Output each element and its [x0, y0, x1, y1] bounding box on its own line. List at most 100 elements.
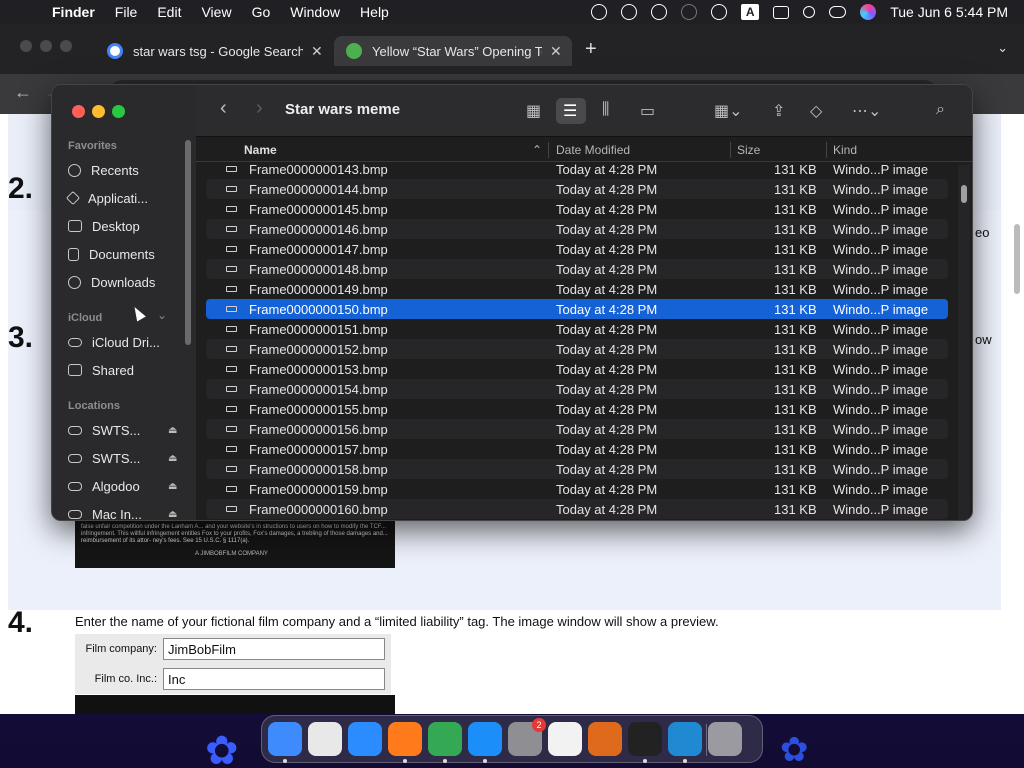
share-icon[interactable]: ⇪	[772, 101, 785, 121]
sidebar-scrollbar[interactable]	[185, 140, 191, 345]
file-row[interactable]: Frame0000000149.bmp Today at 4:28 PM 131 K…	[206, 279, 948, 299]
list-view-icon[interactable]: ☰	[563, 101, 577, 121]
input-source-icon[interactable]: A	[741, 4, 760, 20]
back-chevron-icon[interactable]: ‹	[220, 97, 227, 120]
sidebar-header-icloud[interactable]: iCloud	[68, 312, 102, 324]
sidebar-item-location[interactable]: SWTS... ⏏	[68, 447, 184, 469]
accessibility-icon[interactable]	[651, 4, 668, 20]
search-icon[interactable]: ⌕	[936, 101, 945, 119]
finder-zoom-button[interactable]	[112, 105, 125, 118]
menu-view[interactable]: View	[191, 4, 241, 20]
spotlight-search-icon[interactable]	[803, 6, 816, 18]
file-row[interactable]: Frame0000000145.bmp Today at 4:28 PM 131 K…	[206, 199, 948, 219]
menu-edit[interactable]: Edit	[147, 4, 191, 20]
new-tab-icon[interactable]: +	[585, 38, 597, 61]
column-view-icon[interactable]: ⫼	[602, 101, 609, 119]
file-row[interactable]: Frame0000000154.bmp Today at 4:28 PM 131 K…	[206, 379, 948, 399]
file-row[interactable]: Frame0000000146.bmp Today at 4:28 PM 131 K…	[206, 219, 948, 239]
icon-view-icon[interactable]: ▦	[526, 101, 541, 121]
column-size[interactable]: Size	[737, 143, 760, 157]
trash-icon[interactable]	[708, 722, 742, 756]
menu-go[interactable]: Go	[242, 4, 281, 20]
browser-minimize-button[interactable]	[40, 40, 52, 52]
browser-zoom-button[interactable]	[60, 40, 72, 52]
more-actions-icon[interactable]: ⋯⌄	[852, 101, 881, 121]
eject-icon[interactable]: ⏏	[168, 453, 177, 464]
tab-close-icon[interactable]: ✕	[550, 43, 562, 60]
firefox-icon[interactable]	[388, 722, 422, 756]
sidebar-item-location[interactable]: Algodoo ⏏	[68, 475, 184, 497]
tag-icon[interactable]: ◇	[810, 101, 822, 121]
eject-icon[interactable]: ⏏	[168, 425, 177, 436]
user-account-icon[interactable]	[711, 4, 728, 20]
film-company-input[interactable]	[163, 638, 385, 660]
forward-chevron-icon[interactable]: ›	[256, 97, 263, 120]
menubar-clock[interactable]: Tue Jun 6 5:44 PM	[890, 4, 1008, 20]
menu-file[interactable]: File	[105, 4, 148, 20]
control-center-icon[interactable]	[829, 6, 847, 18]
time-machine-icon[interactable]	[591, 4, 608, 20]
finder-close-button[interactable]	[72, 105, 85, 118]
column-date-modified[interactable]: Date Modified	[556, 143, 630, 157]
eject-icon[interactable]: ⏏	[168, 481, 177, 492]
file-row[interactable]: Frame0000000160.bmp Today at 4:28 PM 131 K…	[206, 499, 948, 519]
sidebar-item-icloud-drive[interactable]: iCloud Dri...	[68, 331, 184, 353]
tab-title: Yellow “Star Wars” Opening Te	[372, 43, 542, 59]
file-name: Frame0000000149.bmp	[249, 281, 388, 297]
chevron-down-icon[interactable]: ⌄	[157, 308, 167, 322]
sidebar-item-desktop[interactable]: Desktop	[68, 215, 184, 237]
vscode-icon[interactable]	[668, 722, 702, 756]
browser-scrollbar[interactable]	[1014, 224, 1020, 294]
file-row[interactable]: Frame0000000158.bmp Today at 4:28 PM 131 K…	[206, 459, 948, 479]
finder-minimize-button[interactable]	[92, 105, 105, 118]
sidebar-item-documents[interactable]: Documents	[68, 243, 184, 265]
film-inc-input[interactable]	[163, 668, 385, 690]
garageband-icon[interactable]	[588, 722, 622, 756]
column-name[interactable]: Name	[244, 143, 277, 157]
sidebar-item-location[interactable]: Mac In... ⏏	[68, 503, 184, 520]
app-store-icon[interactable]	[468, 722, 502, 756]
file-row[interactable]: Frame0000000150.bmp Today at 4:28 PM 131 K…	[206, 299, 948, 319]
file-row[interactable]: Frame0000000151.bmp Today at 4:28 PM 131 K…	[206, 319, 948, 339]
file-row[interactable]: Frame0000000159.bmp Today at 4:28 PM 131 K…	[206, 479, 948, 499]
tab-search-chevron-icon[interactable]: ⌄	[997, 40, 1008, 56]
sidebar-item-recents[interactable]: Recents	[68, 159, 184, 181]
eject-icon[interactable]: ⏏	[168, 509, 177, 520]
tab-close-icon[interactable]: ✕	[311, 43, 323, 60]
sidebar-item-shared[interactable]: Shared	[68, 359, 184, 381]
tab-star-wars-opening[interactable]: Yellow “Star Wars” Opening Te ✕	[334, 36, 572, 66]
chrome-icon[interactable]	[428, 722, 462, 756]
fingerprint-icon[interactable]	[621, 4, 638, 20]
file-row[interactable]: Frame0000000148.bmp Today at 4:28 PM 131 K…	[206, 259, 948, 279]
file-row[interactable]: Frame0000000157.bmp Today at 4:28 PM 131 K…	[206, 439, 948, 459]
group-by-icon[interactable]: ▦⌄	[714, 101, 743, 121]
back-arrow-icon[interactable]: ←	[14, 82, 32, 103]
menu-app-finder[interactable]: Finder	[46, 4, 105, 20]
file-row[interactable]: Frame0000000156.bmp Today at 4:28 PM 131 K…	[206, 419, 948, 439]
finder-icon[interactable]	[268, 722, 302, 756]
tab-google-search[interactable]: star wars tsg - Google Search ✕	[95, 36, 332, 66]
sidebar-item-downloads[interactable]: Downloads	[68, 271, 184, 293]
sort-chevron-up-icon[interactable]: ⌃	[532, 143, 542, 157]
column-kind[interactable]: Kind	[833, 143, 857, 157]
screen-mirroring-icon[interactable]	[773, 5, 790, 19]
wifi-off-icon[interactable]	[681, 4, 698, 20]
file-row[interactable]: Frame0000000153.bmp Today at 4:28 PM 131 K…	[206, 359, 948, 379]
menu-help[interactable]: Help	[350, 4, 399, 20]
browser-close-button[interactable]	[20, 40, 32, 52]
siri-icon[interactable]	[860, 4, 877, 20]
file-row[interactable]: Frame0000000143.bmp Today at 4:28 PM 131 K…	[206, 159, 948, 179]
sidebar-item-applications[interactable]: Applicati...	[65, 187, 184, 209]
launchpad-icon[interactable]	[308, 722, 342, 756]
safari-icon[interactable]	[348, 722, 382, 756]
textedit-icon[interactable]	[548, 722, 582, 756]
file-row[interactable]: Frame0000000155.bmp Today at 4:28 PM 131 K…	[206, 399, 948, 419]
sidebar-item-location[interactable]: SWTS... ⏏	[68, 419, 184, 441]
terminal-icon[interactable]	[628, 722, 662, 756]
file-row[interactable]: Frame0000000144.bmp Today at 4:28 PM 131 K…	[206, 179, 948, 199]
gallery-view-icon[interactable]: ▭	[640, 101, 655, 121]
file-list-scrollbar[interactable]	[961, 185, 967, 203]
file-row[interactable]: Frame0000000147.bmp Today at 4:28 PM 131 K…	[206, 239, 948, 259]
file-row[interactable]: Frame0000000152.bmp Today at 4:28 PM 131 K…	[206, 339, 948, 359]
menu-window[interactable]: Window	[280, 4, 350, 20]
